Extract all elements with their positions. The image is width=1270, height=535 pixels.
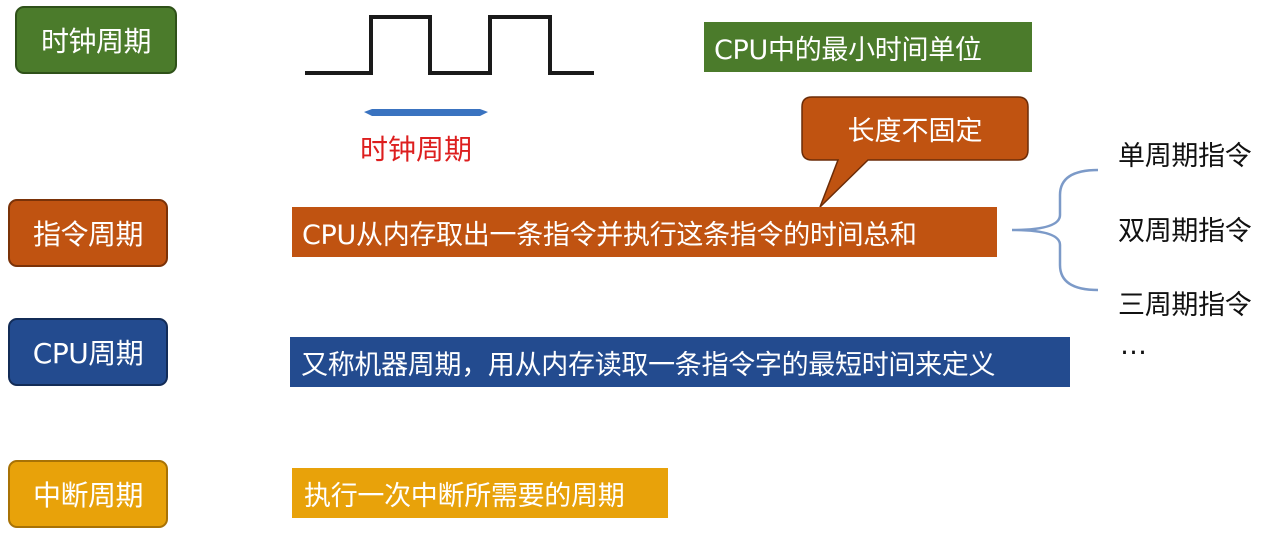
clock-waveform	[305, 15, 594, 75]
interrupt-cycle-label: 中断周期	[8, 460, 168, 528]
diagram-graphics	[305, 15, 1099, 292]
cpu-cycle-label: CPU周期	[8, 318, 168, 386]
instruction-type-triple: 三周期指令	[1118, 290, 1252, 321]
clock-cycle-label: 时钟周期	[15, 6, 177, 74]
instruction-type-single: 单周期指令	[1118, 141, 1252, 172]
instruction-type-more: …	[1120, 330, 1147, 361]
instruction-type-double: 双周期指令	[1118, 216, 1252, 247]
clock-cycle-description: CPU中的最小时间单位	[704, 22, 1032, 72]
instruction-cycle-description: CPU从内存取出一条指令并执行这条指令的时间总和	[292, 207, 997, 257]
cpu-cycle-description: 又称机器周期，用从内存读取一条指令字的最短时间来定义	[290, 337, 1070, 387]
instruction-cycle-label: 指令周期	[8, 199, 168, 267]
brace	[1011, 168, 1099, 292]
waveform-clock-label: 时钟周期	[360, 133, 473, 166]
interrupt-cycle-description: 执行一次中断所需要的周期	[292, 468, 668, 518]
callout-text: 长度不固定	[847, 116, 983, 147]
period-indicator	[364, 109, 488, 116]
